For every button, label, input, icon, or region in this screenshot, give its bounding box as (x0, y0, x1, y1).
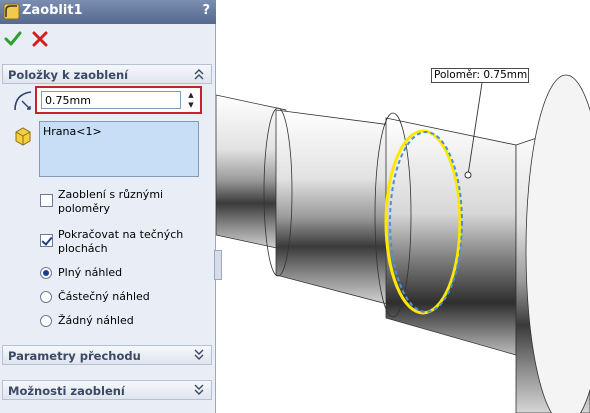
shaft-large-segment[interactable] (385, 117, 517, 356)
section-fillet-options-header[interactable]: Možnosti zaoblení (2, 380, 212, 400)
fillet-property-manager: Zaoblit1 ? Položky k zaoblení ▲ ▼ Hrana<… (0, 0, 216, 413)
section-items-to-fillet-title: Položky k zaoblení (8, 68, 129, 82)
flange-face[interactable] (525, 74, 590, 413)
panel-title: Zaoblit1 (22, 3, 83, 18)
no-preview-radio[interactable] (40, 315, 52, 327)
radius-handle-dot[interactable] (464, 171, 472, 179)
chevron-down-icon[interactable] (193, 383, 205, 397)
radius-stepper[interactable]: ▲ ▼ (184, 90, 198, 110)
stepper-up-icon[interactable]: ▲ (184, 90, 198, 100)
panel-title-bar: Zaoblit1 ? (0, 0, 216, 24)
radius-callout[interactable]: Poloměr: 0.75mm (431, 68, 529, 83)
stepper-down-icon[interactable]: ▼ (184, 100, 198, 110)
partial-preview-radio[interactable] (40, 291, 52, 303)
section-fillet-options-title: Možnosti zaoblení (8, 384, 125, 398)
chevron-down-icon[interactable] (193, 348, 205, 362)
variable-radius-checkbox[interactable] (40, 194, 53, 207)
ok-check-icon[interactable] (4, 30, 22, 48)
partial-preview-label: Částečný náhled (58, 290, 150, 303)
chevron-up-icon[interactable] (193, 67, 205, 81)
help-button[interactable]: ? (202, 3, 210, 18)
section-items-to-fillet-header[interactable]: Položky k zaoblení (2, 64, 212, 84)
shaft-left-segment[interactable] (216, 94, 287, 251)
radius-input[interactable] (41, 91, 181, 109)
list-item[interactable]: Hrana<1> (43, 125, 102, 138)
tangent-propagation-checkbox[interactable] (40, 234, 53, 247)
edge-selection-cube-icon (15, 127, 31, 146)
shaft-mid-segment[interactable] (275, 109, 392, 306)
edge-selection-list[interactable]: Hrana<1> (39, 121, 199, 177)
full-preview-label: Plný náhled (58, 266, 123, 279)
fillet-feature-icon (3, 3, 20, 20)
radius-field-highlight: ▲ ▼ (35, 86, 202, 114)
section-transition-title: Parametry přechodu (8, 349, 141, 363)
full-preview-radio[interactable] (40, 267, 52, 279)
radius-icon (14, 91, 32, 111)
cancel-x-icon[interactable] (31, 30, 49, 48)
no-preview-label: Žádný náhled (58, 314, 134, 327)
variable-radius-label: Zaoblení s různými poloměry (58, 188, 164, 215)
section-transition-header[interactable]: Parametry přechodu (2, 345, 212, 365)
tangent-propagation-label: Pokračovat na tečných plochách (58, 228, 184, 255)
graphics-viewport[interactable] (216, 0, 590, 413)
